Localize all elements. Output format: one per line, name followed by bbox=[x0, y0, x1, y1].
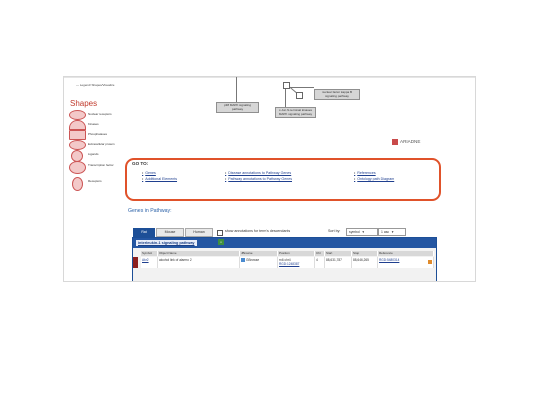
shape-legend-item: Transcription factor bbox=[69, 161, 127, 174]
chevron-down-icon: ▼ bbox=[361, 230, 365, 234]
column-header[interactable]: JBrowse bbox=[240, 251, 278, 256]
shape-legend-item: Receptors bbox=[69, 177, 127, 191]
gene-symbol-link[interactable]: Akr2 bbox=[142, 258, 149, 262]
shape-label: Extracellular protein bbox=[88, 142, 115, 146]
table-cell-symbol: Akr2 bbox=[141, 257, 158, 268]
ariadne-text: ARIADNE bbox=[400, 139, 421, 145]
table-cell-stop: 88,646,265 bbox=[352, 257, 378, 268]
table-cell-reference: RGD:5480314 bbox=[378, 257, 434, 268]
show-annotations-label: show annotations for term's descendants bbox=[225, 229, 291, 233]
gbrowse-link[interactable]: GBrowse bbox=[246, 258, 259, 262]
column-header[interactable]: Object Name bbox=[158, 251, 240, 256]
shape-legend-item: Nuclear receptors bbox=[69, 110, 127, 120]
shape-label: Transcription factor bbox=[88, 163, 114, 167]
goto-link-pathway-annotations[interactable]: Pathway annotations to Pathway Genes bbox=[225, 177, 292, 181]
shape-legend-item: Ligands bbox=[69, 150, 127, 162]
shape-label: Ligands bbox=[88, 152, 99, 156]
shape-label: Nuclear receptors bbox=[88, 112, 112, 116]
goto-link-disease-annotations[interactable]: Disease annotations to Pathway Genes bbox=[225, 171, 291, 175]
browser-content: — Legend/ Shapes/Visualize Shapes Nuclea… bbox=[63, 76, 476, 282]
column-header[interactable]: Start bbox=[325, 251, 352, 256]
top-border bbox=[64, 77, 475, 78]
receptor-shape-icon bbox=[72, 177, 83, 191]
sort-field-select[interactable]: symbol ▼ bbox=[346, 228, 378, 236]
tab-mouse[interactable]: Mouse bbox=[156, 228, 184, 237]
shape-legend-item: Kinases bbox=[69, 120, 127, 130]
legend-link[interactable]: — Legend/ Shapes/Visualize bbox=[76, 83, 114, 87]
pathway-node[interactable]: c-Jun N-terminal kinases MAPK signaling … bbox=[275, 107, 316, 119]
goto-link-ontology-diagram[interactable]: Ontology path Diagram bbox=[354, 177, 394, 181]
excel-export-icon[interactable]: x bbox=[218, 239, 224, 245]
reference-icon[interactable] bbox=[428, 260, 432, 264]
goto-link-genes[interactable]: Genes bbox=[142, 171, 156, 175]
column-header[interactable]: Chr bbox=[315, 251, 325, 256]
table-header-bar: interleukin-1 signaling pathway x bbox=[133, 238, 436, 248]
shape-legend-item: Extracellular protein bbox=[69, 140, 127, 150]
nuclear-receptor-shape-icon bbox=[69, 110, 86, 120]
shape-label: Phosphatases bbox=[88, 132, 108, 136]
shape-legend-item: Phosphatases bbox=[69, 130, 127, 140]
tab-human[interactable]: Human bbox=[185, 228, 213, 237]
column-header[interactable]: Stop bbox=[352, 251, 378, 256]
column-header[interactable]: Symbol bbox=[141, 251, 158, 256]
table-title-link[interactable]: interleukin-1 signaling pathway bbox=[136, 240, 197, 246]
genes-heading: Genes in Pathway: bbox=[128, 208, 172, 214]
reference-link[interactable]: RGD:5480314 bbox=[379, 258, 399, 262]
sort-by-label: Sort by: bbox=[328, 229, 341, 233]
extracellular-protein-shape-icon bbox=[69, 140, 86, 150]
pathway-node[interactable]: nuclear factor kappa B signaling pathway bbox=[314, 89, 360, 101]
table-cell-position: rn6 chr4 RGD:1248387 bbox=[278, 257, 315, 268]
pathway-node[interactable]: p38 MAPK signaling pathway bbox=[216, 102, 259, 114]
position-link[interactable]: RGD:1248387 bbox=[279, 262, 313, 266]
table-cell-chr: 4 bbox=[315, 257, 325, 268]
table-cell-start: 88,631,787 bbox=[325, 257, 352, 268]
column-header[interactable]: Reference bbox=[378, 251, 434, 256]
pathway-connector bbox=[296, 92, 303, 99]
ariadne-logo: ARIADNE bbox=[392, 139, 420, 145]
chevron-down-icon: ▼ bbox=[391, 230, 395, 234]
transcription-factor-shape-icon bbox=[69, 161, 86, 174]
table-cell-object-name: alcohol link of alarmo 2 bbox=[158, 257, 240, 268]
sort-field-value: symbol bbox=[349, 230, 360, 234]
tab-rat[interactable]: Rat bbox=[133, 228, 155, 237]
shape-label: Kinases bbox=[88, 122, 99, 126]
shape-label: Receptors bbox=[88, 179, 102, 183]
kinase-shape-icon bbox=[69, 120, 86, 130]
pathway-connector bbox=[283, 82, 290, 89]
row-marker bbox=[133, 257, 138, 268]
show-annotations-checkbox[interactable] bbox=[217, 230, 223, 236]
shapes-title: Shapes bbox=[70, 99, 98, 108]
sort-order-select[interactable]: 1 asc ▼ bbox=[378, 228, 406, 236]
goto-link-additional-elements[interactable]: Additional Elements bbox=[142, 177, 177, 181]
genes-table: interleukin-1 signaling pathway x Symbol… bbox=[132, 237, 437, 281]
goto-title: GO TO: bbox=[132, 161, 149, 166]
ariadne-mark-icon bbox=[392, 139, 398, 145]
gbrowse-icon bbox=[241, 258, 245, 263]
phosphatase-shape-icon bbox=[69, 130, 86, 140]
goto-box: GO TO: Genes Additional Elements Disease… bbox=[125, 158, 441, 201]
sort-order-value: 1 asc bbox=[381, 230, 390, 234]
pathway-edge bbox=[236, 77, 237, 103]
goto-link-references[interactable]: References bbox=[354, 171, 375, 175]
column-header[interactable]: Position bbox=[278, 251, 315, 256]
table-cell-jbrowse: GBrowse bbox=[240, 257, 278, 268]
pathway-edge bbox=[290, 87, 314, 88]
